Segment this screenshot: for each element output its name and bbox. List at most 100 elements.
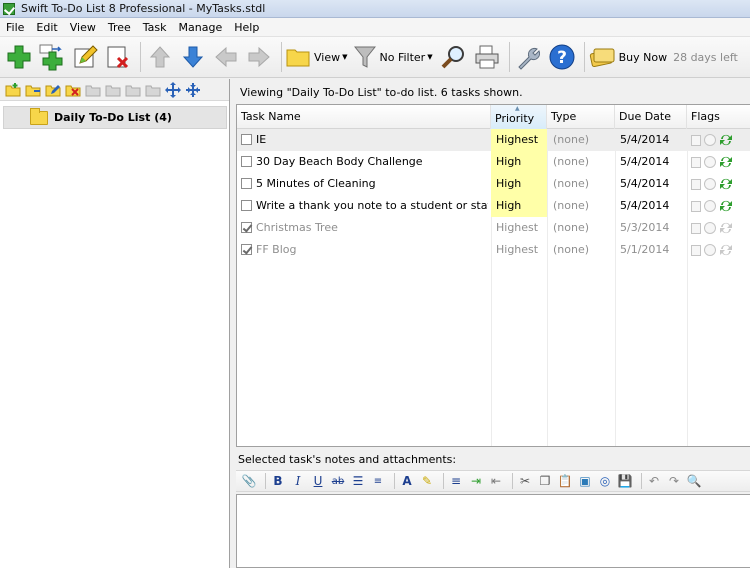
menu-view[interactable]: View: [64, 18, 102, 37]
add-task-button[interactable]: [4, 42, 34, 72]
task-row[interactable]: Write a thank you note to a student or s…: [237, 195, 750, 217]
task-checkbox[interactable]: [241, 200, 252, 211]
note-flag-icon[interactable]: [691, 223, 701, 234]
task-row[interactable]: 5 Minutes of Cleaning High (none) 5/4/2014: [237, 173, 750, 195]
new-folder-icon[interactable]: [5, 82, 21, 98]
menu-file[interactable]: File: [0, 18, 30, 37]
repeat-flag-icon[interactable]: [719, 243, 733, 257]
move-down-button[interactable]: [178, 42, 208, 72]
task-row[interactable]: 30 Day Beach Body Challenge High (none) 5/4…: [237, 151, 750, 173]
task-row[interactable]: Christmas Tree Highest (none) 5/3/2014: [237, 217, 750, 239]
tree-item-daily-todo[interactable]: Daily To-Do List (4): [3, 106, 227, 129]
highlight-icon[interactable]: ✎: [419, 473, 435, 489]
column-header-due-date[interactable]: Due Date: [615, 105, 687, 129]
window-title: Swift To-Do List 8 Professional - MyTask…: [21, 2, 266, 15]
notes-editor[interactable]: [236, 494, 750, 568]
delete-folder-icon[interactable]: [65, 82, 81, 98]
task-checkbox[interactable]: [241, 178, 252, 189]
task-row[interactable]: IE Highest (none) 5/4/2014: [237, 129, 750, 151]
paste-icon[interactable]: 📋: [557, 473, 573, 489]
indent-button[interactable]: [244, 42, 274, 72]
view-label: View: [314, 50, 341, 64]
repeat-flag-icon[interactable]: [719, 155, 733, 169]
grid-header: Task Name ▲ Priority Type Due Date Flags: [237, 105, 750, 129]
redo-icon[interactable]: ↷: [666, 473, 682, 489]
repeat-flag-icon[interactable]: [719, 177, 733, 191]
delete-task-button[interactable]: [103, 42, 133, 72]
bold-icon[interactable]: B: [270, 473, 286, 489]
toolbar-separator: [394, 473, 395, 489]
italic-icon[interactable]: I: [290, 473, 306, 489]
menu-manage[interactable]: Manage: [173, 18, 229, 37]
help-button[interactable]: ?: [547, 42, 577, 72]
alarm-flag-icon[interactable]: [704, 222, 716, 234]
move-up-button[interactable]: [145, 42, 175, 72]
underline-icon[interactable]: U: [310, 473, 326, 489]
print-button[interactable]: [472, 42, 502, 72]
view-menu-button[interactable]: View ▼: [286, 42, 348, 72]
task-checkbox[interactable]: [241, 222, 252, 233]
outdent-icon[interactable]: ⇤: [488, 473, 504, 489]
task-row[interactable]: FF Blog Highest (none) 5/1/2014: [237, 239, 750, 261]
column-header-flags[interactable]: Flags: [687, 105, 750, 129]
outdent-button[interactable]: [211, 42, 241, 72]
trial-days-left: 28 days left: [673, 50, 738, 64]
edit-task-button[interactable]: [70, 42, 100, 72]
undo-icon[interactable]: ↶: [646, 473, 662, 489]
collapse-all-icon[interactable]: [185, 82, 201, 98]
options-button[interactable]: [514, 42, 544, 72]
insert-link-icon[interactable]: ◎: [597, 473, 613, 489]
strikethrough-icon[interactable]: ab: [330, 473, 346, 489]
align-icon[interactable]: ≡: [448, 473, 464, 489]
copy-icon[interactable]: ❐: [537, 473, 553, 489]
repeat-flag-icon[interactable]: [719, 133, 733, 147]
folder-right-icon[interactable]: [145, 82, 161, 98]
bullet-list-icon[interactable]: ☰: [350, 473, 366, 489]
repeat-flag-icon[interactable]: [719, 199, 733, 213]
alarm-flag-icon[interactable]: [704, 134, 716, 146]
add-subtask-button[interactable]: [37, 42, 67, 72]
alarm-flag-icon[interactable]: [704, 244, 716, 256]
task-due-date: 5/4/2014: [620, 177, 670, 190]
save-icon[interactable]: 💾: [617, 473, 633, 489]
task-priority: Highest: [491, 129, 547, 151]
folder-down-icon[interactable]: [105, 82, 121, 98]
note-flag-icon[interactable]: [691, 179, 701, 190]
find-button[interactable]: [439, 42, 469, 72]
menu-edit[interactable]: Edit: [30, 18, 63, 37]
menu-tree[interactable]: Tree: [102, 18, 137, 37]
alarm-flag-icon[interactable]: [704, 200, 716, 212]
task-checkbox[interactable]: [241, 156, 252, 167]
insert-attachment-icon[interactable]: 📎: [241, 473, 257, 489]
buy-now-button[interactable]: Buy Now: [589, 42, 667, 72]
column-header-type[interactable]: Type: [547, 105, 615, 129]
new-subfolder-icon[interactable]: [25, 82, 41, 98]
indent-icon[interactable]: ⇥: [468, 473, 484, 489]
filter-menu-button[interactable]: No Filter ▼: [353, 42, 433, 72]
find-in-notes-icon[interactable]: 🔍: [686, 473, 702, 489]
cut-icon[interactable]: ✂: [517, 473, 533, 489]
insert-image-icon[interactable]: ▣: [577, 473, 593, 489]
repeat-flag-icon[interactable]: [719, 221, 733, 235]
folder-icon: [30, 107, 48, 125]
folder-up-icon[interactable]: [85, 82, 101, 98]
alarm-flag-icon[interactable]: [704, 178, 716, 190]
alarm-flag-icon[interactable]: [704, 156, 716, 168]
expand-all-icon[interactable]: [165, 81, 181, 98]
task-name: IE: [256, 133, 267, 146]
note-flag-icon[interactable]: [691, 135, 701, 146]
note-flag-icon[interactable]: [691, 201, 701, 212]
note-flag-icon[interactable]: [691, 245, 701, 256]
menu-task[interactable]: Task: [137, 18, 173, 37]
task-checkbox[interactable]: [241, 134, 252, 145]
numbered-list-icon[interactable]: ≡: [370, 473, 386, 489]
note-flag-icon[interactable]: [691, 157, 701, 168]
buy-now-label: Buy Now: [618, 50, 668, 64]
font-color-icon[interactable]: A: [399, 473, 415, 489]
column-header-priority[interactable]: ▲ Priority: [491, 105, 547, 129]
edit-folder-icon[interactable]: [45, 82, 61, 98]
task-checkbox[interactable]: [241, 244, 252, 255]
column-header-task-name[interactable]: Task Name: [237, 105, 491, 129]
folder-left-icon[interactable]: [125, 82, 141, 98]
menu-help[interactable]: Help: [228, 18, 265, 37]
